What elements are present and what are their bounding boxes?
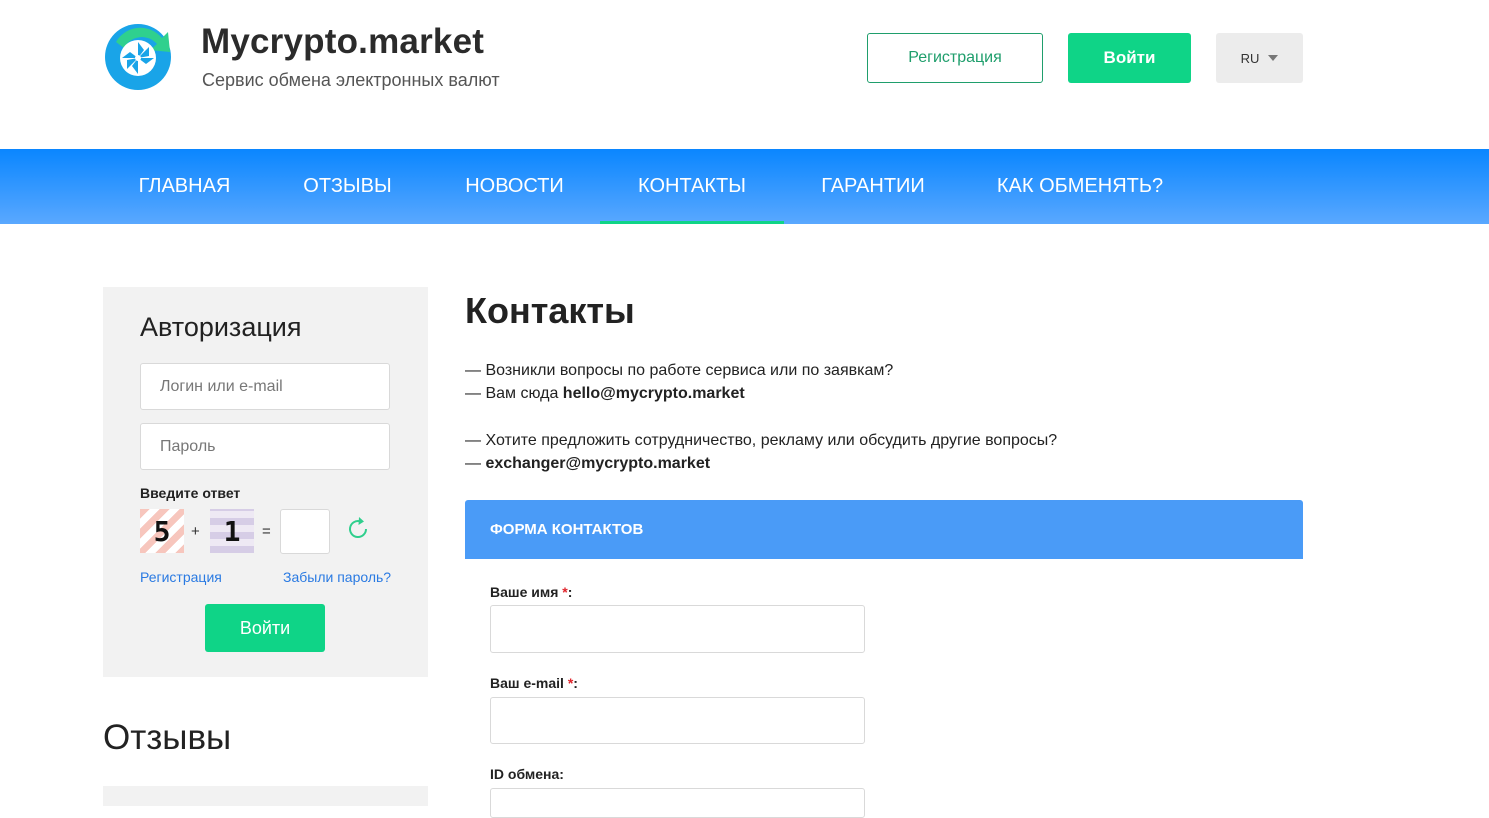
name-input[interactable]	[490, 605, 865, 653]
name-label-text: Ваше имя	[490, 584, 563, 600]
contact-question-line: — Возникли вопросы по работе сервиса или…	[465, 362, 894, 379]
nav-item-news[interactable]: НОВОСТИ	[429, 149, 600, 224]
logo-icon[interactable]	[102, 20, 176, 92]
register-link[interactable]: Регистрация	[140, 569, 222, 585]
email-label-text: Ваш e-mail	[490, 675, 568, 691]
exchange-id-label: ID обмена:	[490, 766, 564, 782]
sidebar-login-button[interactable]: Войти	[205, 604, 325, 652]
exchanger-email[interactable]: exchanger@mycrypto.market	[485, 455, 710, 472]
language-select[interactable]: RU	[1216, 33, 1303, 83]
nav-item-home[interactable]: ГЛАВНАЯ	[103, 149, 266, 224]
register-button[interactable]: Регистрация	[867, 33, 1043, 83]
reviews-panel	[103, 786, 428, 806]
contact-hello-line: — Вам сюда hello@mycrypto.market	[465, 382, 893, 405]
email-label-colon: :	[573, 675, 578, 691]
contact-form-header: ФОРМА КОНТАКТОВ	[465, 500, 1303, 559]
email-label: Ваш e-mail *:	[490, 675, 578, 691]
nav-item-how-to-exchange[interactable]: КАК ОБМЕНЯТЬ?	[962, 149, 1198, 224]
captcha-label: Введите ответ	[140, 485, 241, 501]
hello-email[interactable]: hello@mycrypto.market	[563, 385, 745, 402]
reviews-title: Отзывы	[103, 718, 232, 757]
auth-title: Авторизация	[140, 312, 302, 342]
brand-name[interactable]: Mycrypto.market	[201, 22, 484, 62]
language-value: RU	[1240, 50, 1260, 66]
captcha-answer-input[interactable]	[280, 509, 330, 554]
name-label-colon: :	[567, 584, 573, 600]
captcha-number-b: 1	[210, 509, 254, 553]
nav-item-guarantees[interactable]: ГАРАНТИИ	[784, 149, 962, 224]
contact-info-2: — Хотите предложить сотрудничество, рекл…	[465, 429, 1057, 475]
login-input[interactable]	[140, 363, 390, 410]
contact-info-1: — Возникли вопросы по работе сервиса или…	[465, 359, 893, 405]
captcha-plus: +	[191, 523, 200, 540]
email-input[interactable]	[490, 697, 865, 744]
exchange-id-input[interactable]	[490, 788, 865, 818]
captcha-equals: =	[262, 523, 271, 540]
main-nav: ГЛАВНАЯ ОТЗЫВЫ НОВОСТИ КОНТАКТЫ ГАРАНТИИ…	[0, 149, 1489, 224]
captcha-number-a: 5	[140, 509, 184, 553]
contact-exchanger-line: — exchanger@mycrypto.market	[465, 452, 1057, 475]
contact-exchanger-prefix: —	[465, 455, 486, 472]
password-input[interactable]	[140, 423, 390, 470]
nav-item-contacts[interactable]: КОНТАКТЫ	[600, 149, 784, 224]
nav-item-reviews[interactable]: ОТЗЫВЫ	[266, 149, 429, 224]
cooperation-line: — Хотите предложить сотрудничество, рекл…	[465, 432, 1058, 449]
login-button[interactable]: Войти	[1068, 33, 1191, 83]
name-label: Ваше имя *:	[490, 584, 572, 600]
chevron-down-icon	[1268, 55, 1279, 61]
contact-hello-prefix: — Вам сюда	[465, 385, 563, 402]
forgot-password-link[interactable]: Забыли пароль?	[283, 569, 391, 585]
brand-tagline: Сервис обмена электронных валют	[202, 70, 500, 90]
page-title: Контакты	[465, 290, 635, 331]
refresh-icon[interactable]	[345, 516, 371, 542]
